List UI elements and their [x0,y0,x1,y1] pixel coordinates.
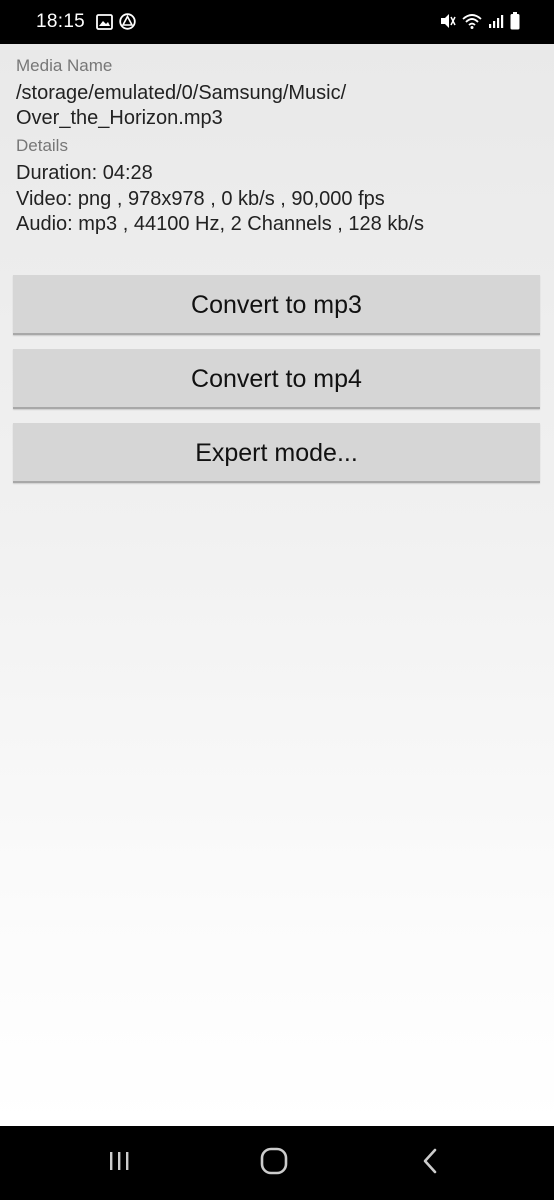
media-path-line1: /storage/emulated/0/Samsung/Music/ [16,82,347,104]
convert-mp3-button[interactable]: Convert to mp3 [13,275,540,335]
back-button[interactable] [410,1146,450,1180]
home-icon [259,1146,289,1181]
back-icon [420,1147,440,1180]
audio-info-text: Audio: mp3 , 44100 Hz, 2 Channels , 128 … [16,213,425,235]
nearby-share-icon [119,13,136,35]
status-time: 18:15 [36,11,86,32]
recents-icon [106,1150,132,1177]
media-name-label: Media Name [16,56,113,75]
media-path-line2: Over_the_Horizon.mp3 [16,107,223,129]
video-info-text: Video: png , 978x978 , 0 kb/s , 90,000 f… [16,188,385,210]
battery-icon [510,12,520,35]
status-bar: 18:15 [0,0,554,44]
details-label: Details [16,136,68,155]
recents-button[interactable] [99,1146,139,1180]
mute-icon [440,13,456,34]
wifi-icon [462,13,482,34]
main-content: Media Name /storage/emulated/0/Samsung/M… [0,44,554,1126]
expert-mode-button[interactable]: Expert mode... [13,423,540,483]
convert-mp4-button[interactable]: Convert to mp4 [13,349,540,409]
signal-icon [488,13,504,34]
navigation-bar [0,1126,554,1200]
status-right-icons [440,12,520,35]
duration-text: Duration: 04:28 [16,162,153,184]
status-left-icons [96,13,136,35]
image-icon [96,13,113,35]
home-button[interactable] [254,1146,294,1180]
